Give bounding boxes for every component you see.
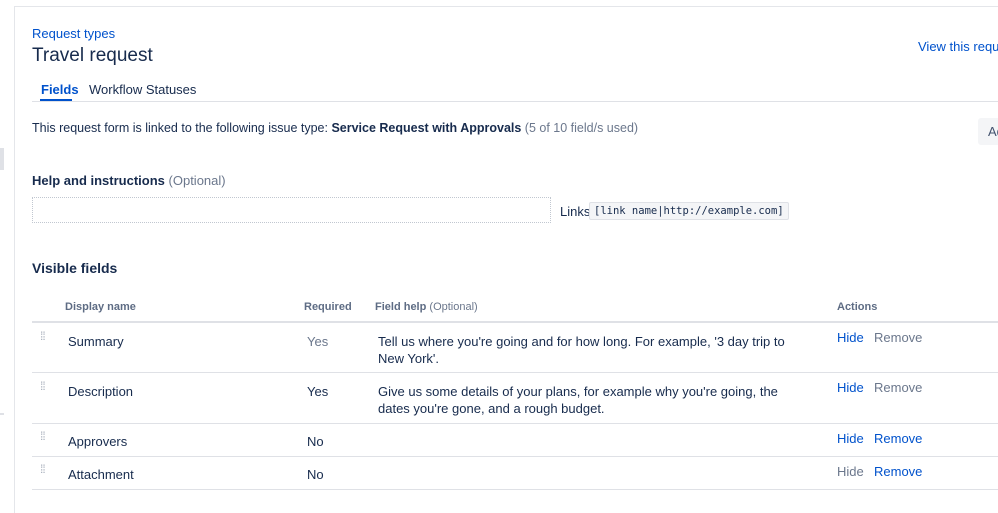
field-help-text[interactable]: Tell us where you're going and for how l… [378,333,798,367]
field-display-name: Description [68,384,134,399]
active-tab-indicator [40,99,72,101]
tab-workflow-statuses[interactable]: Workflow Statuses [89,82,196,97]
linked-issue-type-text: This request form is linked to the follo… [32,121,638,135]
column-header-required: Required [304,301,352,313]
help-instructions-input[interactable] [32,197,551,223]
field-required: Yes [307,334,329,349]
top-divider [15,6,998,7]
column-header-actions: Actions [837,301,878,313]
visible-fields-title: Visible fields [32,260,118,276]
remove-button[interactable]: Remove [874,380,922,395]
table-row: ⁞⁞ Attachment No Hide Remove [32,457,998,490]
field-required: Yes [307,384,329,399]
sidebar-edge-marker-lower [0,413,4,415]
tab-bar: Fields Workflow Statuses [32,80,998,102]
remove-button[interactable]: Remove [874,464,922,479]
hide-button[interactable]: Hide [837,330,864,345]
tab-fields[interactable]: Fields [41,82,79,97]
field-required: No [307,467,324,482]
sidebar-edge-marker [0,148,4,170]
drag-handle-icon[interactable]: ⁞⁞ [40,380,46,392]
links-label: Links [560,204,591,219]
help-label-text: Help and instructions [32,173,165,188]
linked-prefix: This request form is linked to the follo… [32,121,332,135]
drag-handle-icon[interactable]: ⁞⁞ [40,430,46,442]
field-display-name: Attachment [68,467,134,482]
field-help-optional-text: (Optional) [426,301,478,313]
help-instructions-label: Help and instructions (Optional) [32,173,226,188]
hide-button[interactable]: Hide [837,431,864,446]
linked-issue-type: Service Request with Approvals [331,121,522,135]
field-required: No [307,434,324,449]
hide-button[interactable]: Hide [837,464,864,479]
field-help-header-text: Field help [375,301,427,313]
linked-usage: (5 of 10 field/s used) [521,121,639,135]
table-row: ⁞⁞ Description Yes Give us some details … [32,373,998,424]
drag-handle-icon[interactable]: ⁞⁞ [40,463,46,475]
column-header-field-help: Field help (Optional) [375,301,478,313]
field-help-text[interactable]: Give us some details of your plans, for … [378,383,798,417]
field-display-name: Summary [68,334,124,349]
table-row: ⁞⁞ Summary Yes Tell us where you're goin… [32,323,998,373]
page-title: Travel request [32,45,153,66]
breadcrumb-request-types[interactable]: Request types [32,26,115,41]
links-format-example: [link name|http://example.com] [589,202,789,220]
add-field-button[interactable]: Ad [978,118,998,145]
table-row: ⁞⁞ Approvers No Hide Remove [32,424,998,457]
remove-button[interactable]: Remove [874,330,922,345]
left-rail-divider [14,6,15,513]
drag-handle-icon[interactable]: ⁞⁞ [40,330,46,342]
remove-button[interactable]: Remove [874,431,922,446]
hide-button[interactable]: Hide [837,380,864,395]
help-optional-text: (Optional) [164,173,226,188]
field-display-name: Approvers [68,434,128,449]
view-request-link[interactable]: View this reque [918,39,998,54]
column-header-display-name: Display name [65,301,136,313]
